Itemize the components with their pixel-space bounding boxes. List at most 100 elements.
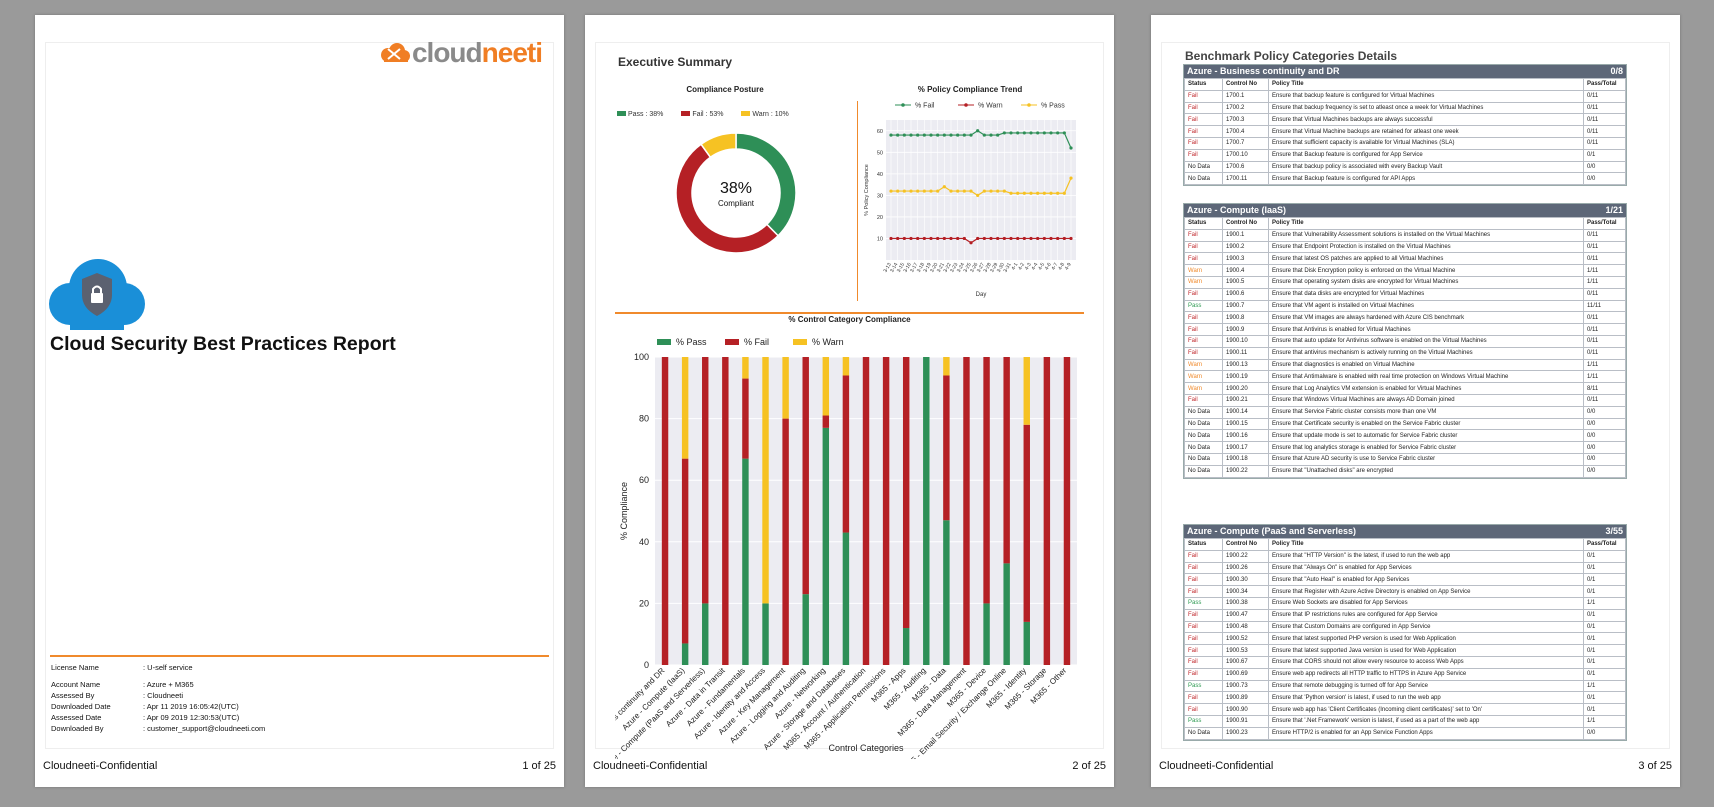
y-axis-label: % Policy Compliance [864, 164, 870, 216]
control-no-cell: 1900.10 [1222, 334, 1269, 348]
bar-segment-0 [742, 458, 749, 665]
cloud-lock-icon [49, 259, 145, 330]
control-no-cell: 1900.38 [1222, 596, 1269, 610]
column-header: Status [1184, 538, 1223, 551]
status-cell: No Data [1184, 441, 1223, 454]
page-frame [45, 42, 554, 749]
control-no-cell: 1900.13 [1222, 358, 1269, 372]
column-header: Status [1184, 217, 1223, 230]
policy-title-cell: Ensure that Disk Encryption policy is en… [1268, 264, 1584, 277]
series-point [889, 236, 893, 241]
section-score: 1/21 [1605, 205, 1623, 215]
legend-warn-label: Warn : 10% [752, 111, 789, 118]
policy-title-cell: Ensure that Endpoint Protection is insta… [1268, 240, 1584, 254]
pass-total-cell: 0/11 [1583, 393, 1626, 407]
pass-total-cell: 0/1 [1583, 585, 1626, 598]
legend-swatch [725, 339, 739, 345]
series-point [1062, 191, 1066, 195]
status-cell: Fail [1184, 287, 1223, 301]
legend-marker [901, 103, 905, 107]
control-no-cell: 1900.5 [1222, 275, 1269, 289]
pass-total-cell: 0/11 [1583, 311, 1626, 325]
pass-total-cell: 8/11 [1583, 382, 1626, 395]
pass-total-cell: 0/1 [1583, 632, 1626, 646]
bar-segment-0 [983, 603, 990, 665]
bar-segment-0 [762, 603, 769, 665]
series-point [1056, 191, 1060, 195]
legend-swatch [793, 339, 807, 345]
section-score: 0/8 [1610, 66, 1623, 76]
y-tick-label: 30 [877, 193, 883, 199]
bar-segment-1 [1023, 424, 1030, 622]
x-axis-label: Day [976, 292, 987, 298]
legend-swatch [657, 339, 671, 345]
meta-label: License Name [51, 663, 99, 672]
policy-title-cell: Ensure that auto update for Antivirus so… [1268, 334, 1584, 348]
table-row: Warn 1900.13 Ensure that diagnostics is en… [1184, 358, 1626, 372]
control-no-cell: 1700.1 [1222, 89, 1269, 103]
policy-title-cell: Ensure web app has 'Client Certificates … [1268, 703, 1584, 716]
status-cell: Fail [1184, 148, 1223, 162]
control-no-cell: 1900.9 [1222, 323, 1269, 336]
control-no-cell: 1900.8 [1222, 311, 1269, 325]
policy-title-cell: Ensure that VM images are always hardene… [1268, 311, 1584, 325]
bar-segment-1 [822, 415, 830, 428]
bar-segment-1 [681, 458, 689, 644]
bar-segment-0 [702, 603, 709, 665]
column-header: Status [1184, 78, 1223, 91]
status-cell: Warn [1184, 358, 1223, 372]
bar-segment-2 [782, 357, 789, 419]
bar-segment-1 [661, 357, 669, 665]
bar-segment-0 [842, 532, 850, 665]
y-tick-label: 50 [877, 150, 883, 156]
series-point [996, 189, 1000, 193]
meta-value: : Apr 09 2019 12:30:53(UTC) [143, 713, 240, 722]
bar-segment-1 [802, 357, 809, 595]
status-cell: Fail [1184, 573, 1223, 587]
control-no-cell: 1900.48 [1222, 620, 1269, 634]
pass-total-cell: 1/11 [1583, 275, 1626, 289]
status-cell: Fail [1184, 334, 1223, 348]
pass-total-cell: 0/0 [1583, 452, 1626, 466]
table-row: Warn 1900.5 Ensure that operating system d… [1184, 275, 1626, 289]
category-compliance-chart: 020406080100Azure - Business continuity … [615, 337, 1077, 759]
table-row: Fail 1900.9 Ensure that Antivirus is enabl… [1184, 323, 1626, 336]
bar-segment-1 [983, 357, 990, 604]
control-no-cell: 1700.6 [1222, 160, 1269, 174]
status-cell: Fail [1184, 323, 1223, 336]
pass-total-cell: 11/11 [1583, 299, 1626, 313]
series-point [929, 189, 933, 193]
pass-total-cell: 1/11 [1583, 358, 1626, 372]
series-point [1016, 131, 1020, 135]
series-point [902, 236, 906, 241]
section-title: Azure - Compute (IaaS) [1187, 205, 1287, 215]
bar-segment-0 [681, 643, 689, 665]
pass-total-cell: 0/0 [1583, 429, 1626, 443]
table-row: No Data 1900.17 Ensure that log analytics … [1184, 441, 1626, 454]
bar-segment-1 [902, 357, 910, 629]
series-point [902, 189, 906, 193]
control-no-cell: 1900.30 [1222, 573, 1269, 587]
column-header: Control No [1222, 78, 1269, 91]
y-tick-label: 10 [877, 236, 883, 242]
series-point [982, 189, 986, 193]
policy-table: Status Control No Policy Title Pass/Total Fa… [1184, 217, 1626, 478]
control-no-cell: 1900.34 [1222, 585, 1269, 598]
series-point [962, 236, 966, 241]
meta-label: Account Name [51, 680, 101, 689]
meta-label: Downloaded Date [51, 702, 111, 711]
series-point [976, 193, 980, 197]
control-no-cell: 1700.7 [1222, 136, 1269, 150]
meta-value: : customer_support@cloudneeti.com [143, 724, 266, 733]
policy-title-cell: Ensure that Antivirus is enabled for Vir… [1268, 323, 1584, 336]
bar-segment-2 [742, 357, 749, 379]
legend-pass: Pass : 38% [617, 111, 663, 118]
control-no-cell: 1900.73 [1222, 679, 1269, 693]
policy-trend-chart: 3-133-143-153-163-173-183-193-203-213-22… [864, 103, 1076, 298]
status-cell: Fail [1184, 125, 1223, 138]
control-no-cell: 1900.91 [1222, 714, 1269, 728]
series-point [942, 185, 946, 189]
policy-title-cell: Ensure that "Auto Heal" is enabled for A… [1268, 573, 1584, 587]
series-point [1069, 146, 1073, 150]
series-point [1069, 176, 1073, 180]
